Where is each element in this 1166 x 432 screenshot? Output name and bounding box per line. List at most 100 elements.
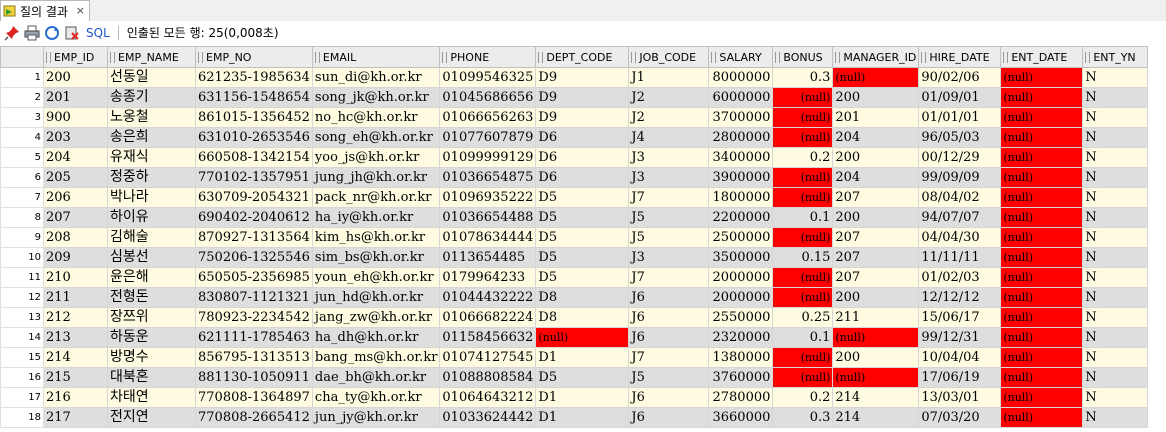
- cell-email[interactable]: yoo_js@kh.or.kr: [311, 147, 441, 168]
- cell-phone[interactable]: 0113654485: [439, 247, 537, 268]
- cell-bonus[interactable]: 0.15: [772, 247, 834, 268]
- cell-email[interactable]: song_eh@kh.or.kr: [311, 127, 441, 148]
- cell-ent-yn[interactable]: N: [1082, 387, 1149, 408]
- table-row[interactable]: 2 201 송종기 631156-1548654 song_jk@kh.or.kr 010…: [0, 87, 1149, 108]
- cell-bonus[interactable]: 0.2: [772, 387, 834, 408]
- cell-emp-no[interactable]: 631010-2653546: [195, 127, 313, 148]
- cell-bonus[interactable]: 0.2: [772, 147, 834, 168]
- table-row[interactable]: 16 215 대북혼 881130-1050911 dae_bh@kh.or.kr 010…: [0, 367, 1149, 388]
- cell-emp-no[interactable]: 780923-2234542: [195, 307, 313, 328]
- cell-job-code[interactable]: J3: [628, 167, 710, 188]
- table-row[interactable]: 12 211 전형돈 830807-1121321 jun_hd@kh.or.kr 010…: [0, 287, 1149, 308]
- cell-bonus[interactable]: 0.1: [772, 207, 834, 228]
- cell-salary[interactable]: 3900000: [708, 167, 774, 188]
- cell-emp-name[interactable]: 대북혼: [107, 367, 196, 388]
- cell-emp-no[interactable]: 660508-1342154: [195, 147, 313, 168]
- cell-emp-no[interactable]: 630709-2054321: [195, 187, 313, 208]
- cell-emp-id[interactable]: 212: [43, 307, 108, 328]
- cell-dept-code[interactable]: D5: [535, 247, 630, 268]
- close-icon[interactable]: ×: [76, 4, 85, 17]
- cell-ent-yn[interactable]: N: [1082, 67, 1149, 88]
- cell-email[interactable]: kim_hs@kh.or.kr: [311, 227, 441, 248]
- cell-ent-date[interactable]: (null): [1000, 107, 1084, 128]
- cell-ent-date[interactable]: (null): [1000, 387, 1084, 408]
- cell-job-code[interactable]: J5: [628, 367, 710, 388]
- table-row[interactable]: 13 212 장쯔위 780923-2234542 jang_zw@kh.or.kr 01…: [0, 307, 1149, 328]
- cell-emp-name[interactable]: 노옹철: [107, 107, 196, 128]
- cell-hire-date[interactable]: 01/02/03: [918, 267, 1002, 288]
- cell-dept-code[interactable]: D1: [535, 407, 630, 428]
- cell-manager-id[interactable]: 200: [832, 207, 920, 228]
- cell-job-code[interactable]: J6: [628, 407, 710, 428]
- cell-ent-yn[interactable]: N: [1082, 127, 1149, 148]
- table-row[interactable]: 15 214 방명수 856795-1313513 bang_ms@kh.or.kr 01…: [0, 347, 1149, 368]
- cell-salary[interactable]: 2780000: [708, 387, 774, 408]
- cell-bonus[interactable]: (null): [772, 167, 834, 188]
- cell-phone[interactable]: 0179964233: [439, 267, 537, 288]
- cell-emp-no[interactable]: 856795-1313513: [195, 347, 313, 368]
- cell-ent-date[interactable]: (null): [1000, 67, 1084, 88]
- cell-phone[interactable]: 01036654488: [439, 207, 537, 228]
- cell-emp-id[interactable]: 210: [43, 267, 108, 288]
- cell-emp-name[interactable]: 전형돈: [107, 287, 196, 308]
- cell-ent-date[interactable]: (null): [1000, 267, 1084, 288]
- cell-dept-code[interactable]: D8: [535, 287, 630, 308]
- cell-ent-date[interactable]: (null): [1000, 227, 1084, 248]
- cell-salary[interactable]: 2000000: [708, 267, 774, 288]
- cell-ent-date[interactable]: (null): [1000, 87, 1084, 108]
- cell-dept-code[interactable]: D9: [535, 87, 630, 108]
- cell-emp-id[interactable]: 208: [43, 227, 108, 248]
- cell-emp-name[interactable]: 전지연: [107, 407, 196, 428]
- cell-job-code[interactable]: J6: [628, 327, 710, 348]
- cell-phone[interactable]: 01033624442: [439, 407, 537, 428]
- cell-hire-date[interactable]: 99/09/09: [918, 167, 1002, 188]
- table-row[interactable]: 6 205 정중하 770102-1357951 jung_jh@kh.or.kr 010…: [0, 167, 1149, 188]
- cell-salary[interactable]: 2550000: [708, 307, 774, 328]
- cell-phone[interactable]: 01158456632: [439, 327, 537, 348]
- cell-manager-id[interactable]: 214: [832, 387, 920, 408]
- table-row[interactable]: 11 210 윤은해 650505-2356985 youn_eh@kh.or.kr 01…: [0, 267, 1149, 288]
- cell-manager-id[interactable]: 207: [832, 187, 920, 208]
- cell-bonus[interactable]: (null): [772, 227, 834, 248]
- cell-emp-no[interactable]: 621111-1785463: [195, 327, 313, 348]
- cell-hire-date[interactable]: 13/03/01: [918, 387, 1002, 408]
- cell-ent-yn[interactable]: N: [1082, 87, 1149, 108]
- cell-emp-no[interactable]: 650505-2356985: [195, 267, 313, 288]
- cell-bonus[interactable]: (null): [772, 107, 834, 128]
- cell-hire-date[interactable]: 01/01/01: [918, 107, 1002, 128]
- cell-ent-date[interactable]: (null): [1000, 287, 1084, 308]
- cell-emp-id[interactable]: 214: [43, 347, 108, 368]
- cell-hire-date[interactable]: 15/06/17: [918, 307, 1002, 328]
- cell-dept-code[interactable]: D5: [535, 187, 630, 208]
- cell-manager-id[interactable]: 200: [832, 347, 920, 368]
- cell-job-code[interactable]: J3: [628, 147, 710, 168]
- cell-phone[interactable]: 01036654875: [439, 167, 537, 188]
- print-icon[interactable]: [24, 25, 40, 41]
- cell-manager-id[interactable]: 207: [832, 247, 920, 268]
- cell-ent-yn[interactable]: N: [1082, 327, 1149, 348]
- cell-emp-id[interactable]: 217: [43, 407, 108, 428]
- cell-ent-yn[interactable]: N: [1082, 287, 1149, 308]
- cell-job-code[interactable]: J6: [628, 387, 710, 408]
- table-row[interactable]: 9 208 김해술 870927-1313564 kim_hs@kh.or.kr 0107…: [0, 227, 1149, 248]
- cell-hire-date[interactable]: 01/09/01: [918, 87, 1002, 108]
- cell-emp-name[interactable]: 방명수: [107, 347, 196, 368]
- cell-ent-date[interactable]: (null): [1000, 187, 1084, 208]
- cell-ent-yn[interactable]: N: [1082, 307, 1149, 328]
- cell-bonus[interactable]: (null): [772, 287, 834, 308]
- cell-ent-yn[interactable]: N: [1082, 227, 1149, 248]
- cell-bonus[interactable]: (null): [772, 367, 834, 388]
- cell-dept-code[interactable]: D6: [535, 127, 630, 148]
- cell-phone[interactable]: 01088808584: [439, 367, 537, 388]
- cell-hire-date[interactable]: 12/12/12: [918, 287, 1002, 308]
- cell-bonus[interactable]: 0.25: [772, 307, 834, 328]
- cell-ent-date[interactable]: (null): [1000, 127, 1084, 148]
- column-header-job-code[interactable]: JOB_CODE: [628, 46, 710, 68]
- cell-email[interactable]: youn_eh@kh.or.kr: [311, 267, 441, 288]
- cell-hire-date[interactable]: 90/02/06: [918, 67, 1002, 88]
- cell-email[interactable]: bang_ms@kh.or.kr: [311, 347, 441, 368]
- table-row[interactable]: 4 203 송은희 631010-2653546 song_eh@kh.or.kr 010…: [0, 127, 1149, 148]
- cell-manager-id[interactable]: 207: [832, 267, 920, 288]
- cell-emp-id[interactable]: 204: [43, 147, 108, 168]
- cell-ent-yn[interactable]: N: [1082, 187, 1149, 208]
